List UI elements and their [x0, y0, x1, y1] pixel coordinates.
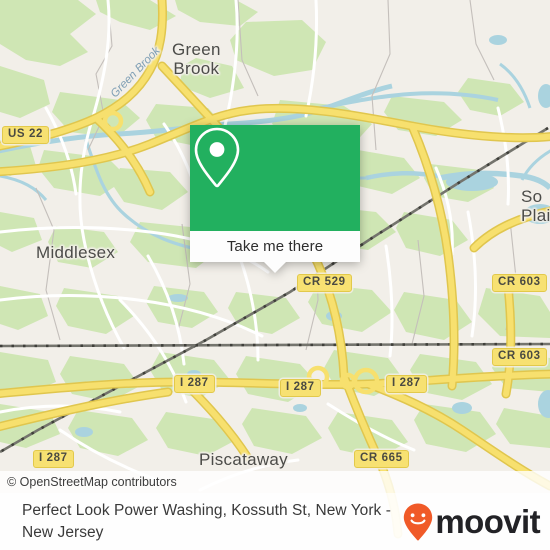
road-shield-i-287-center[interactable]: I 287 — [280, 379, 321, 397]
road-shield-cr-529[interactable]: CR 529 — [297, 274, 352, 292]
map-vector-layer — [0, 0, 550, 550]
popup-footer[interactable]: Take me there — [190, 231, 360, 273]
take-me-there-button[interactable]: Take me there — [227, 238, 323, 255]
page-footer: Perfect Look Power Washing, Kossuth St, … — [0, 493, 550, 550]
road-shield-cr-603-bottom[interactable]: CR 603 — [492, 348, 547, 366]
popup-tail — [264, 262, 286, 273]
moovit-wordmark: moovit — [435, 503, 540, 540]
road-shield-i-287-left[interactable]: I 287 — [174, 375, 215, 393]
page-title: Perfect Look Power Washing, Kossuth St, … — [22, 501, 391, 541]
map-canvas[interactable]: Green Brook Middlesex So Plain Piscatawa… — [0, 0, 550, 550]
road-shield-us-22[interactable]: US 22 — [2, 126, 49, 144]
road-shield-i-287-bottom[interactable]: I 287 — [33, 450, 74, 468]
road-shield-cr-603-top[interactable]: CR 603 — [492, 274, 547, 292]
map-attribution: © OpenStreetMap contributors — [0, 471, 550, 493]
map-page: Green Brook Middlesex So Plain Piscatawa… — [0, 0, 550, 550]
attribution-text[interactable]: © OpenStreetMap contributors — [7, 475, 177, 489]
road-shield-cr-665[interactable]: CR 665 — [354, 450, 409, 468]
moovit-logo[interactable]: moovit — [403, 503, 550, 541]
road-shield-i-287-right[interactable]: I 287 — [386, 375, 427, 393]
map-marker-popup[interactable]: Take me there — [190, 125, 360, 273]
moovit-smiley-pin-icon — [403, 503, 433, 541]
popup-header — [190, 125, 360, 231]
